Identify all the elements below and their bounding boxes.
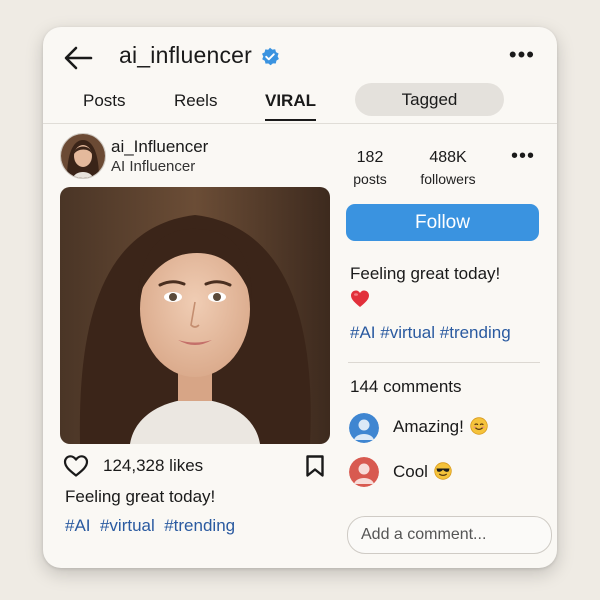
comment-text: Amazing! <box>393 417 464 436</box>
verified-badge-icon <box>262 47 279 66</box>
side-hashtags[interactable]: #AI #virtual #trending <box>350 323 511 343</box>
post-image[interactable] <box>60 187 330 444</box>
portrait-illustration <box>60 187 330 444</box>
post-card: ai_influencer ••• Posts Reels VIRAL Tagg… <box>43 27 557 568</box>
post-caption: Feeling great today! <box>65 487 216 506</box>
followers-label: followers <box>420 171 476 187</box>
smiling-face-icon <box>470 417 488 435</box>
posts-count: 182 <box>356 149 384 166</box>
side-caption: Feeling great today! <box>350 264 501 283</box>
more-options-icon[interactable]: ••• <box>509 44 535 66</box>
posts-label: posts <box>353 171 387 187</box>
side-divider <box>348 362 540 363</box>
heart-outline-icon[interactable] <box>63 454 89 478</box>
comments-count[interactable]: 144 comments <box>350 377 462 397</box>
tab-bar: Posts Reels VIRAL Tagged <box>43 83 557 123</box>
user-silhouette-icon <box>349 413 379 443</box>
comment-item: Cool <box>393 462 452 482</box>
tab-reels[interactable]: Reels <box>174 89 217 119</box>
followers-count: 488K <box>429 149 467 166</box>
avatar[interactable] <box>60 133 106 179</box>
profile-name[interactable]: ai_Influencer <box>111 137 208 157</box>
sunglasses-face-icon <box>434 462 452 480</box>
header-divider <box>43 123 557 124</box>
top-bar: ai_influencer ••• <box>43 27 557 89</box>
user-silhouette-icon <box>349 457 379 487</box>
posts-stat[interactable]: 182 posts <box>346 149 394 187</box>
follow-button[interactable]: Follow <box>346 204 539 241</box>
commenter-avatar[interactable] <box>349 457 379 487</box>
commenter-avatar[interactable] <box>349 413 379 443</box>
tab-viral[interactable]: VIRAL <box>265 89 316 121</box>
profile-subtitle: AI Influencer <box>111 158 196 175</box>
tab-tagged[interactable]: Tagged <box>355 83 504 116</box>
comment-text: Cool <box>393 462 428 481</box>
page-title: ai_influencer <box>119 42 253 68</box>
avatar-image <box>61 134 105 178</box>
followers-stat[interactable]: 488K followers <box>413 149 483 187</box>
comment-item: Amazing! <box>393 417 488 437</box>
bookmark-icon[interactable] <box>305 455 325 477</box>
red-heart-icon <box>351 290 369 307</box>
likes-count[interactable]: 124,328 likes <box>103 456 203 476</box>
tab-posts[interactable]: Posts <box>83 89 126 119</box>
profile-more-icon[interactable]: ••• <box>511 145 535 168</box>
post-hashtags[interactable]: #AI #virtual #trending <box>65 516 235 536</box>
comment-input[interactable] <box>347 516 552 554</box>
arrow-left-icon[interactable] <box>63 45 93 71</box>
